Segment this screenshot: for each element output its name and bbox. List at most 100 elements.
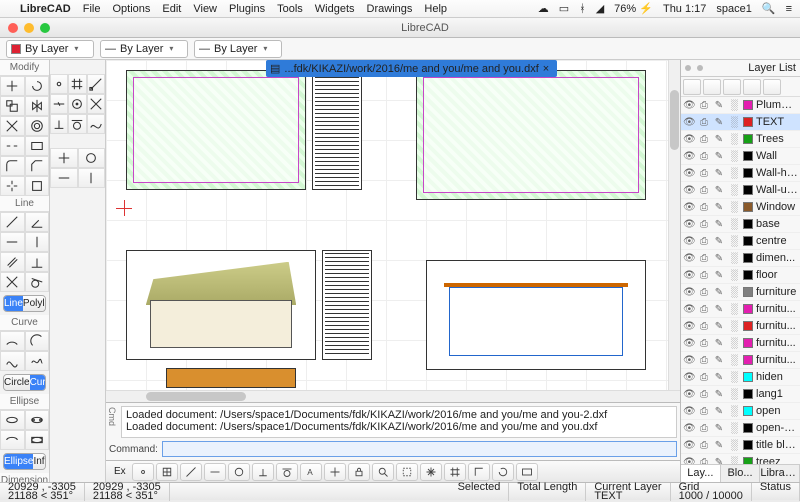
eye-icon[interactable]: 👁 — [683, 287, 695, 298]
edit-icon[interactable]: ✎ — [713, 151, 725, 162]
tool-mirror[interactable] — [25, 96, 50, 116]
panel-close-icon[interactable] — [685, 65, 691, 71]
layer-row[interactable]: 👁⎙✎░Wall — [681, 148, 800, 165]
print-icon[interactable]: ⎙ — [698, 253, 710, 264]
layer-toggle[interactable] — [763, 79, 781, 95]
tool-line-angle[interactable] — [25, 212, 50, 232]
tab-curve[interactable]: Curve — [30, 375, 46, 390]
layer-row[interactable]: 👁⎙✎░lang1 — [681, 386, 800, 403]
eye-icon[interactable]: 👁 — [683, 134, 695, 145]
menu-options[interactable]: Options — [112, 3, 150, 15]
layer-row[interactable]: 👁⎙✎░furniture — [681, 284, 800, 301]
tab-library[interactable]: Library B... — [760, 465, 800, 482]
lock-icon[interactable]: ░ — [728, 423, 740, 434]
btn-relative-zero[interactable] — [324, 463, 346, 481]
eye-icon[interactable]: 👁 — [683, 389, 695, 400]
clock[interactable]: Thu 1:17 — [663, 3, 706, 15]
print-icon[interactable]: ⎙ — [698, 338, 710, 349]
lock-icon[interactable]: ░ — [728, 372, 740, 383]
layer-remove[interactable] — [723, 79, 741, 95]
btn-zoom-in[interactable] — [372, 463, 394, 481]
cloud-icon[interactable]: ☁ — [538, 2, 549, 15]
lock-icon[interactable]: ░ — [728, 321, 740, 332]
linetype-bylayer-select[interactable]: —By Layer▾ — [194, 40, 282, 58]
tool-offset[interactable] — [25, 116, 50, 136]
restrict-none[interactable] — [78, 148, 106, 168]
tool-ellipse-foci[interactable] — [25, 410, 50, 430]
layer-row[interactable]: 👁⎙✎░base — [681, 216, 800, 233]
btn-lock[interactable] — [348, 463, 370, 481]
menu-view[interactable]: View — [193, 3, 217, 15]
print-icon[interactable]: ⎙ — [698, 151, 710, 162]
command-input[interactable] — [162, 441, 677, 457]
eye-icon[interactable]: 👁 — [683, 372, 695, 383]
print-icon[interactable]: ⎙ — [698, 423, 710, 434]
edit-icon[interactable]: ✎ — [713, 287, 725, 298]
eye-icon[interactable]: 👁 — [683, 236, 695, 247]
tool-ellipse-inscribed[interactable] — [25, 430, 50, 450]
snap-toggle-end[interactable] — [180, 463, 202, 481]
edit-icon[interactable]: ✎ — [713, 185, 725, 196]
edit-icon[interactable]: ✎ — [713, 168, 725, 179]
circle-curve-tabs[interactable]: Circle Curve — [3, 374, 46, 391]
tool-arc-center[interactable] — [25, 331, 50, 351]
tab-info[interactable]: Info — [33, 454, 46, 469]
tool-move[interactable] — [0, 76, 25, 96]
edit-icon[interactable]: ✎ — [713, 372, 725, 383]
lock-icon[interactable]: ░ — [728, 406, 740, 417]
tool-line-2pt[interactable] — [0, 212, 25, 232]
snap-midpoint[interactable] — [50, 94, 68, 114]
layer-row[interactable]: 👁⎙✎░furnitu... — [681, 301, 800, 318]
snap-toggle-grid[interactable] — [156, 463, 178, 481]
lock-icon[interactable]: ░ — [728, 100, 740, 111]
tool-break[interactable] — [0, 136, 25, 156]
tool-spline[interactable] — [0, 351, 25, 371]
layer-row[interactable]: 👁⎙✎░furnitu... — [681, 318, 800, 335]
edit-icon[interactable]: ✎ — [713, 423, 725, 434]
menu-help[interactable]: Help — [424, 3, 447, 15]
eye-icon[interactable]: 👁 — [683, 168, 695, 179]
print-icon[interactable]: ⎙ — [698, 457, 710, 465]
lock-icon[interactable]: ░ — [728, 287, 740, 298]
layer-row[interactable]: 👁⎙✎░centre — [681, 233, 800, 250]
snap-nearest[interactable] — [87, 114, 105, 134]
btn-pan[interactable] — [420, 463, 442, 481]
edit-icon[interactable]: ✎ — [713, 338, 725, 349]
print-icon[interactable]: ⎙ — [698, 304, 710, 315]
snap-tangent[interactable] — [68, 114, 86, 134]
layer-row[interactable]: 👁⎙✎░Wall-hatch — [681, 165, 800, 182]
print-icon[interactable]: ⎙ — [698, 440, 710, 451]
edit-icon[interactable]: ✎ — [713, 321, 725, 332]
user-name[interactable]: space1 — [716, 3, 751, 15]
layer-row[interactable]: 👁⎙✎░furnitu... — [681, 352, 800, 369]
document-tab[interactable]: ▤ ...fdk/KIKAZI/work/2016/me and you/me … — [266, 60, 557, 77]
menu-extras-icon[interactable]: ≡ — [786, 3, 792, 15]
tab-circle[interactable]: Circle — [4, 375, 30, 390]
print-icon[interactable]: ⎙ — [698, 321, 710, 332]
eye-icon[interactable]: 👁 — [683, 100, 695, 111]
lock-icon[interactable]: ░ — [728, 270, 740, 281]
eye-icon[interactable]: 👁 — [683, 423, 695, 434]
layer-row[interactable]: 👁⎙✎░treez — [681, 454, 800, 464]
edit-icon[interactable]: ✎ — [713, 270, 725, 281]
drawing-canvas[interactable] — [106, 60, 680, 390]
snap-toggle-tan[interactable] — [276, 463, 298, 481]
eye-icon[interactable]: 👁 — [683, 253, 695, 264]
tab-blocks[interactable]: Blo... — [721, 465, 761, 482]
layer-edit[interactable] — [743, 79, 761, 95]
tool-ellipse-axis[interactable] — [0, 410, 25, 430]
command-log[interactable]: Loaded document: /Users/space1/Documents… — [121, 406, 677, 438]
tool-line-perp[interactable] — [25, 252, 50, 272]
canvas-scrollbar-vertical[interactable] — [668, 60, 680, 390]
lock-icon[interactable]: ░ — [728, 117, 740, 128]
tool-line-horiz[interactable] — [0, 232, 25, 252]
lock-icon[interactable]: ░ — [728, 236, 740, 247]
tab-ex[interactable]: Ex — [110, 466, 130, 477]
tool-scale[interactable] — [0, 96, 25, 116]
edit-icon[interactable]: ✎ — [713, 134, 725, 145]
battery-status[interactable]: 76% ⚡ — [614, 2, 653, 15]
menu-file[interactable]: File — [83, 3, 101, 15]
edit-icon[interactable]: ✎ — [713, 219, 725, 230]
print-icon[interactable]: ⎙ — [698, 219, 710, 230]
panel-float-icon[interactable] — [697, 65, 703, 71]
